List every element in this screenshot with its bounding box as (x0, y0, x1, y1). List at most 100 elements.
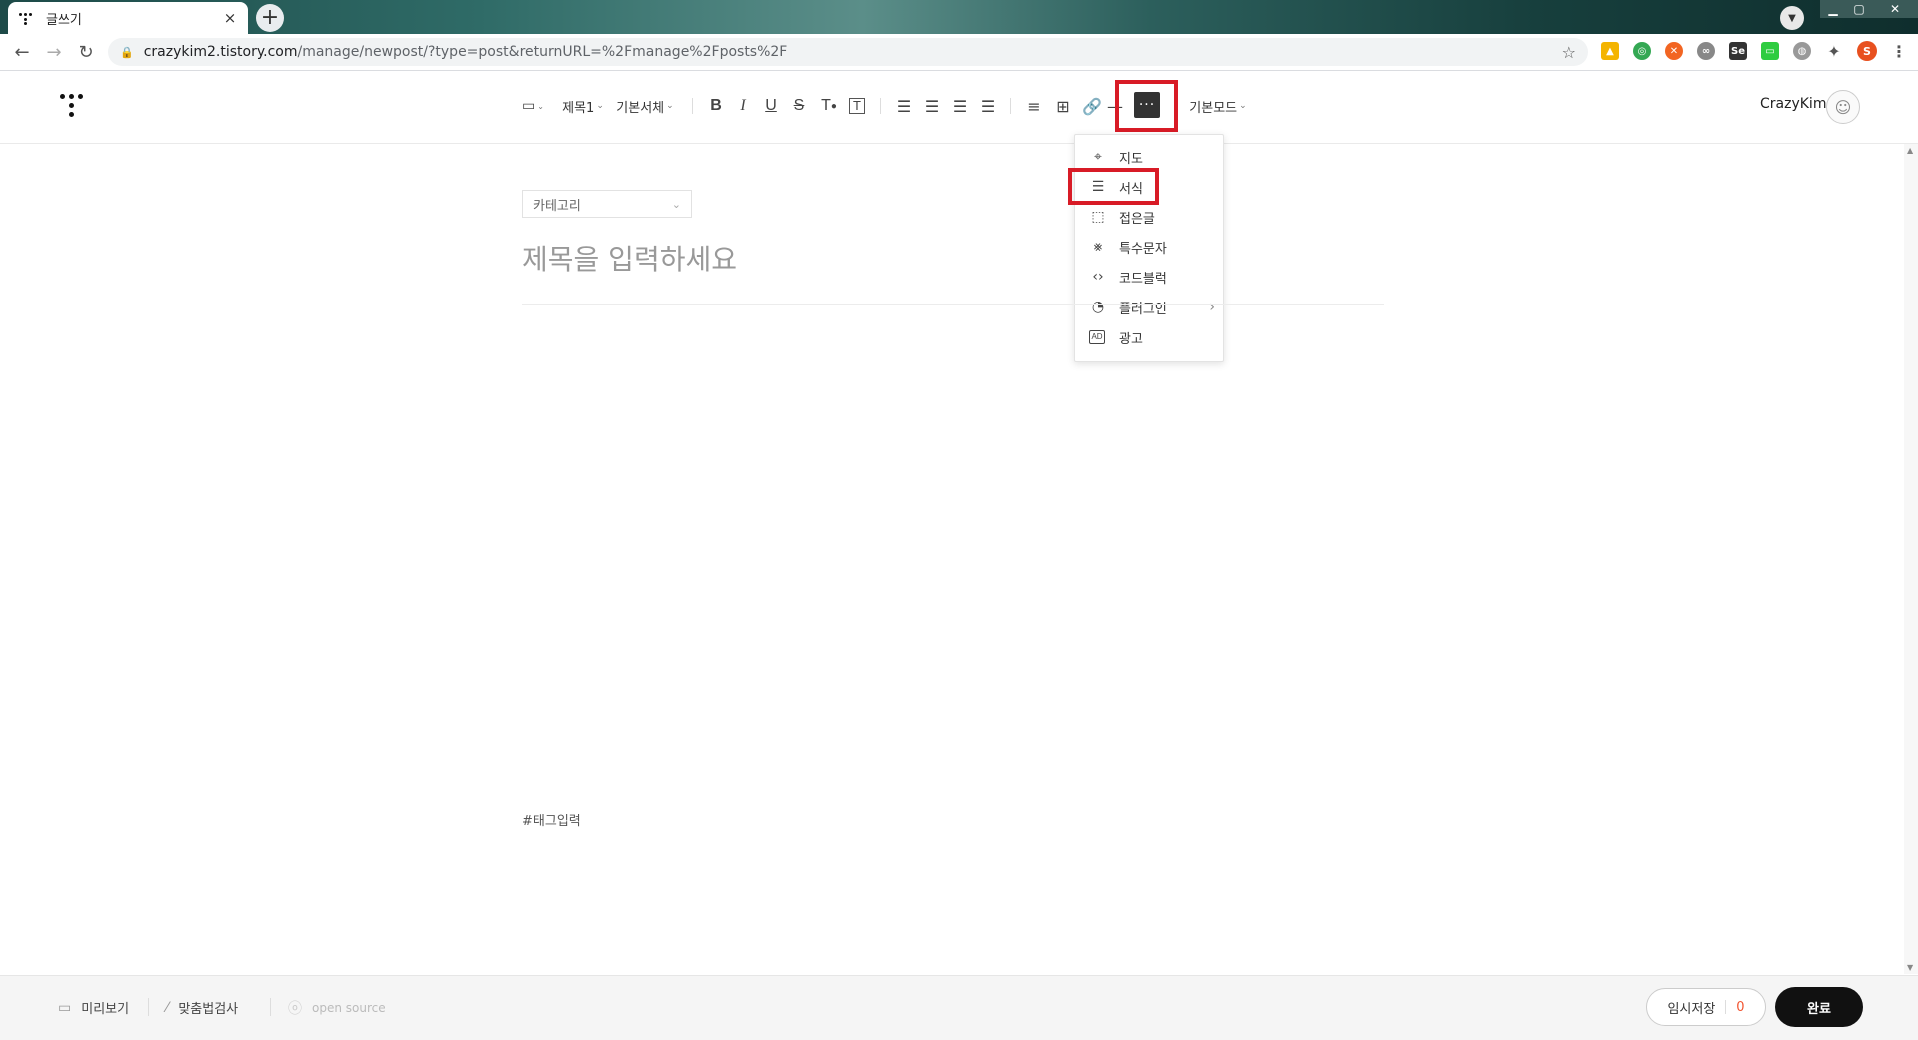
italic-button[interactable]: I (733, 94, 753, 118)
address-bar[interactable]: 🔒 crazykim2.tistory.com/manage/newpost/?… (108, 38, 1588, 66)
strikethrough-button[interactable]: S (789, 94, 809, 118)
url-path: /manage/newpost/?type=post&returnURL=%2F… (297, 44, 788, 60)
window-minimize-icon[interactable]: ▁ (1820, 0, 1846, 18)
toolbar-divider (692, 98, 693, 114)
user-name[interactable]: CrazyKim (1760, 96, 1826, 112)
underline-button[interactable]: U (761, 94, 781, 118)
menu-item-label: 플러그인 (1119, 301, 1167, 317)
tab-title: 글쓰기 (46, 12, 82, 28)
menu-item-label: 특수문자 (1119, 241, 1167, 257)
browser-tabstrip (0, 0, 1918, 34)
done-button[interactable]: 완료 (1775, 987, 1863, 1027)
profile-avatar[interactable]: S (1857, 41, 1877, 61)
menu-item-label: 코드블럭 (1119, 271, 1167, 287)
temp-save-button[interactable]: 임시저장 0 (1646, 988, 1766, 1026)
opensource-link[interactable]: ⓞ open source (288, 998, 386, 1018)
menu-item-fold[interactable]: ⬚ 접은글 (1089, 205, 1215, 229)
tab-search-icon[interactable]: ▼ (1780, 6, 1804, 30)
heading-dropdown[interactable]: 제목1 ⌄ (561, 94, 605, 118)
opensource-label: open source (312, 1001, 386, 1015)
category-label: 카테고리 (533, 198, 581, 214)
preview-label: 미리보기 (81, 1002, 130, 1017)
opensource-icon: ⓞ (288, 1001, 302, 1017)
chevron-right-icon: › (1209, 299, 1215, 315)
menu-item-special-char[interactable]: ⨳ 특수문자 (1089, 235, 1215, 259)
forward-arrow-icon[interactable]: → (44, 42, 64, 63)
temp-save-divider (1725, 1000, 1727, 1014)
tistory-logo-icon[interactable] (60, 94, 84, 120)
globe-extension-icon[interactable]: ◍ (1793, 42, 1811, 60)
align-left-icon[interactable]: ☰ (894, 94, 914, 118)
window-maximize-icon[interactable]: ▢ (1846, 0, 1872, 18)
tistory-favicon-icon (18, 10, 34, 26)
more-button[interactable]: ··· (1134, 92, 1160, 118)
font-label: 기본서체 (616, 100, 665, 116)
bold-button[interactable]: B (706, 94, 726, 118)
menu-item-label: 접은글 (1119, 211, 1155, 227)
menu-item-code-block[interactable]: ‹› 코드블럭 (1089, 265, 1215, 289)
x-extension-icon[interactable]: ✕ (1665, 42, 1683, 60)
template-item-highlight (1068, 168, 1159, 205)
window-close-icon[interactable]: ✕ (1872, 0, 1918, 18)
scrollbar[interactable]: ▲ ▼ (1904, 144, 1918, 974)
new-tab-button[interactable]: + (256, 4, 284, 32)
monitor-icon: ▭ (58, 999, 72, 1016)
chrome-menu-icon[interactable]: ⋮ (1890, 42, 1908, 61)
link-extension-icon[interactable]: ∞ (1697, 42, 1715, 60)
bookmark-star-icon[interactable]: ☆ (1562, 43, 1576, 62)
menu-item-label: 지도 (1119, 151, 1143, 167)
bullet-list-icon[interactable]: ≡ (1024, 94, 1044, 118)
tab-close-icon[interactable]: × (222, 9, 238, 27)
preview-button[interactable]: ▭ 미리보기 (58, 998, 130, 1018)
text-color-glyph: T (821, 97, 831, 114)
screen-extension-icon[interactable]: ▭ (1761, 42, 1779, 60)
title-input[interactable]: 제목을 입력하세요 (522, 238, 737, 278)
footer-divider (148, 998, 149, 1016)
align-justify-icon[interactable]: ☰ (978, 94, 998, 118)
fold-box-icon: ⬚ (1091, 209, 1105, 225)
code-icon: ‹› (1092, 269, 1104, 285)
table-icon[interactable]: ⊞ (1053, 94, 1073, 118)
map-pin-icon: ⌖ (1094, 149, 1102, 165)
toolbar-divider (880, 98, 881, 114)
category-select[interactable]: 카테고리 ⌄ (522, 190, 692, 218)
user-avatar[interactable]: ☺ (1826, 90, 1860, 124)
puzzle-extensions-icon[interactable]: ✦ (1825, 42, 1843, 61)
url-host: crazykim2.tistory.com (143, 44, 298, 60)
mode-label: 기본모드 (1189, 100, 1238, 116)
menu-item-ad[interactable]: AD 광고 (1089, 325, 1215, 349)
text-color-button[interactable]: T ● (817, 94, 841, 118)
menu-item-map[interactable]: ⌖ 지도 (1089, 145, 1215, 169)
align-center-icon[interactable]: ☰ (922, 94, 942, 118)
back-arrow-icon[interactable]: ← (12, 42, 32, 63)
scroll-up-icon[interactable]: ▲ (1907, 146, 1913, 155)
spellcheck-icon: ⁄ (166, 999, 169, 1016)
title-divider (522, 304, 1384, 305)
plugin-icon: ◔ (1091, 299, 1105, 315)
text-background-button[interactable]: T (846, 94, 868, 118)
text-bg-glyph: T (849, 98, 865, 114)
align-right-icon[interactable]: ☰ (950, 94, 970, 118)
footer-divider (270, 998, 271, 1016)
temp-save-count: 0 (1736, 999, 1745, 1015)
spellcheck-label: 맞춤법검사 (178, 1002, 239, 1017)
browser-tab[interactable]: 글쓰기 × (8, 2, 248, 34)
menu-item-label: 광고 (1119, 331, 1143, 347)
link-icon[interactable]: 🔗 (1082, 94, 1102, 118)
font-dropdown[interactable]: 기본서체 ⌄ (615, 94, 675, 118)
scroll-down-icon[interactable]: ▼ (1907, 963, 1913, 972)
insert-image-icon[interactable]: ▭ ⌄ (520, 94, 546, 118)
drive-extension-icon[interactable]: ▲ (1601, 42, 1619, 60)
editor-mode-dropdown[interactable]: 기본모드 ⌄ (1188, 94, 1248, 118)
lock-icon: 🔒 (120, 45, 134, 59)
tag-input[interactable]: #태그입력 (522, 810, 581, 829)
chrome-extension-icon[interactable]: ◎ (1633, 42, 1651, 60)
chevron-down-icon: ⌄ (671, 197, 681, 211)
reload-icon[interactable]: ↻ (76, 42, 96, 63)
menu-item-plugin[interactable]: ◔ 플러그인 › (1089, 295, 1215, 319)
chevron-down-icon: ⌄ (596, 101, 604, 111)
ad-icon: AD (1089, 330, 1105, 344)
se-extension-icon[interactable]: Se (1729, 42, 1747, 60)
image-glyph: ▭ (522, 98, 536, 114)
spellcheck-button[interactable]: ⁄ 맞춤법검사 (166, 998, 239, 1018)
